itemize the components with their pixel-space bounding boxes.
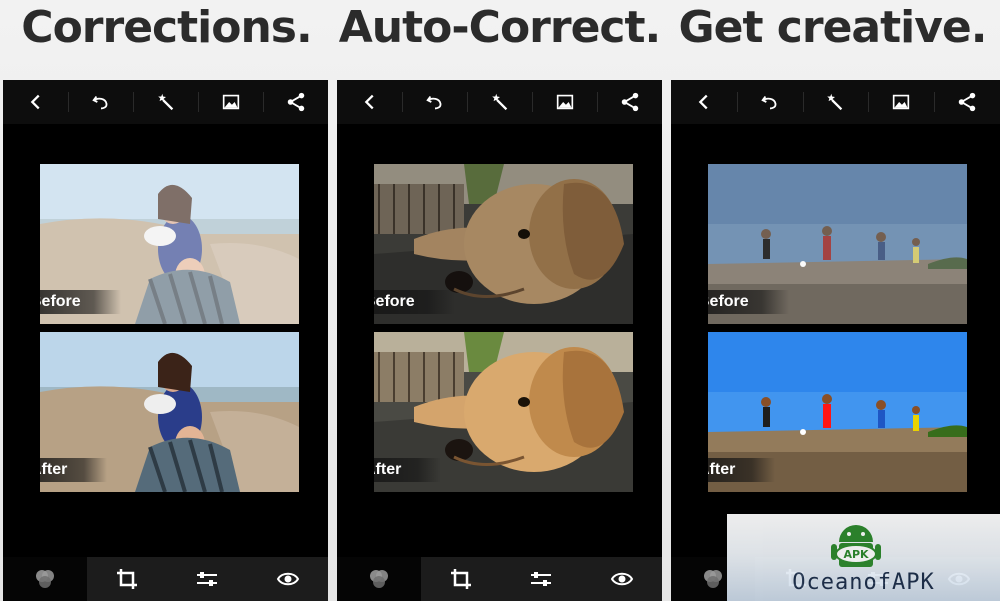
undo-button[interactable]: [736, 80, 803, 124]
back-button[interactable]: [671, 80, 737, 124]
top-toolbar: [671, 80, 1000, 124]
share-button[interactable]: [934, 80, 1000, 124]
undo-icon: [759, 91, 781, 113]
before-label: Before: [708, 290, 789, 314]
back-icon: [359, 91, 381, 113]
undo-button[interactable]: [402, 80, 467, 124]
looks-icon: [367, 567, 391, 591]
before-photo: Before: [40, 164, 299, 324]
share-button[interactable]: [597, 80, 662, 124]
crop-button[interactable]: [87, 557, 168, 601]
bottom-toolbar: [337, 557, 662, 601]
auto-fix-button[interactable]: [802, 80, 869, 124]
svg-text:APK: APK: [843, 548, 869, 561]
image-icon: [220, 91, 242, 113]
adjust-button[interactable]: [501, 557, 582, 601]
phone-panel-corrections: Before After: [3, 80, 328, 601]
back-icon: [25, 91, 47, 113]
gallery-button[interactable]: [198, 80, 263, 124]
phone-panel-auto-correct: Before After: [337, 80, 662, 601]
top-toolbar: [3, 80, 328, 124]
heading-corrections: Corrections.: [21, 2, 312, 53]
android-logo-icon: APK: [831, 525, 881, 567]
before-photo: Before: [708, 164, 967, 324]
eye-icon: [276, 567, 300, 591]
gallery-button[interactable]: [532, 80, 597, 124]
gallery-button[interactable]: [868, 80, 934, 124]
before-label: Before: [374, 290, 455, 314]
auto-fix-button[interactable]: [133, 80, 198, 124]
crop-icon: [449, 567, 473, 591]
back-button[interactable]: [337, 80, 402, 124]
after-photo: After: [40, 332, 299, 492]
after-label: After: [40, 458, 108, 482]
image-icon: [554, 91, 576, 113]
top-toolbar: [337, 80, 662, 124]
share-icon: [285, 91, 307, 113]
before-photo: Before: [374, 164, 633, 324]
bottom-toolbar: [3, 557, 328, 601]
magic-wand-icon: [155, 91, 177, 113]
crop-button[interactable]: [421, 557, 502, 601]
adjust-button[interactable]: [167, 557, 248, 601]
auto-fix-button[interactable]: [467, 80, 532, 124]
looks-button[interactable]: [3, 557, 87, 601]
back-icon: [693, 91, 715, 113]
heading-get-creative: Get creative.: [678, 2, 988, 53]
compare-button[interactable]: [247, 557, 328, 601]
watermark-text: OceanofAPK: [792, 570, 935, 595]
heading-auto-correct: Auto-Correct.: [338, 2, 662, 53]
magic-wand-icon: [824, 91, 846, 113]
after-photo: After: [374, 332, 633, 492]
undo-icon: [424, 91, 446, 113]
adjust-sliders-icon: [195, 567, 219, 591]
looks-icon: [33, 567, 57, 591]
before-label: Before: [40, 290, 121, 314]
undo-icon: [90, 91, 112, 113]
compare-button[interactable]: [581, 557, 662, 601]
magic-wand-icon: [489, 91, 511, 113]
undo-button[interactable]: [68, 80, 133, 124]
eye-icon: [610, 567, 634, 591]
looks-icon: [701, 567, 725, 591]
adjust-sliders-icon: [529, 567, 553, 591]
after-photo: After: [708, 332, 967, 492]
share-icon: [956, 91, 978, 113]
crop-icon: [115, 567, 139, 591]
image-icon: [890, 91, 912, 113]
share-icon: [619, 91, 641, 113]
looks-button[interactable]: [337, 557, 421, 601]
back-button[interactable]: [3, 80, 68, 124]
after-label: After: [708, 458, 776, 482]
after-label: After: [374, 458, 442, 482]
watermark: APK OceanofAPK: [727, 514, 1000, 601]
share-button[interactable]: [263, 80, 328, 124]
